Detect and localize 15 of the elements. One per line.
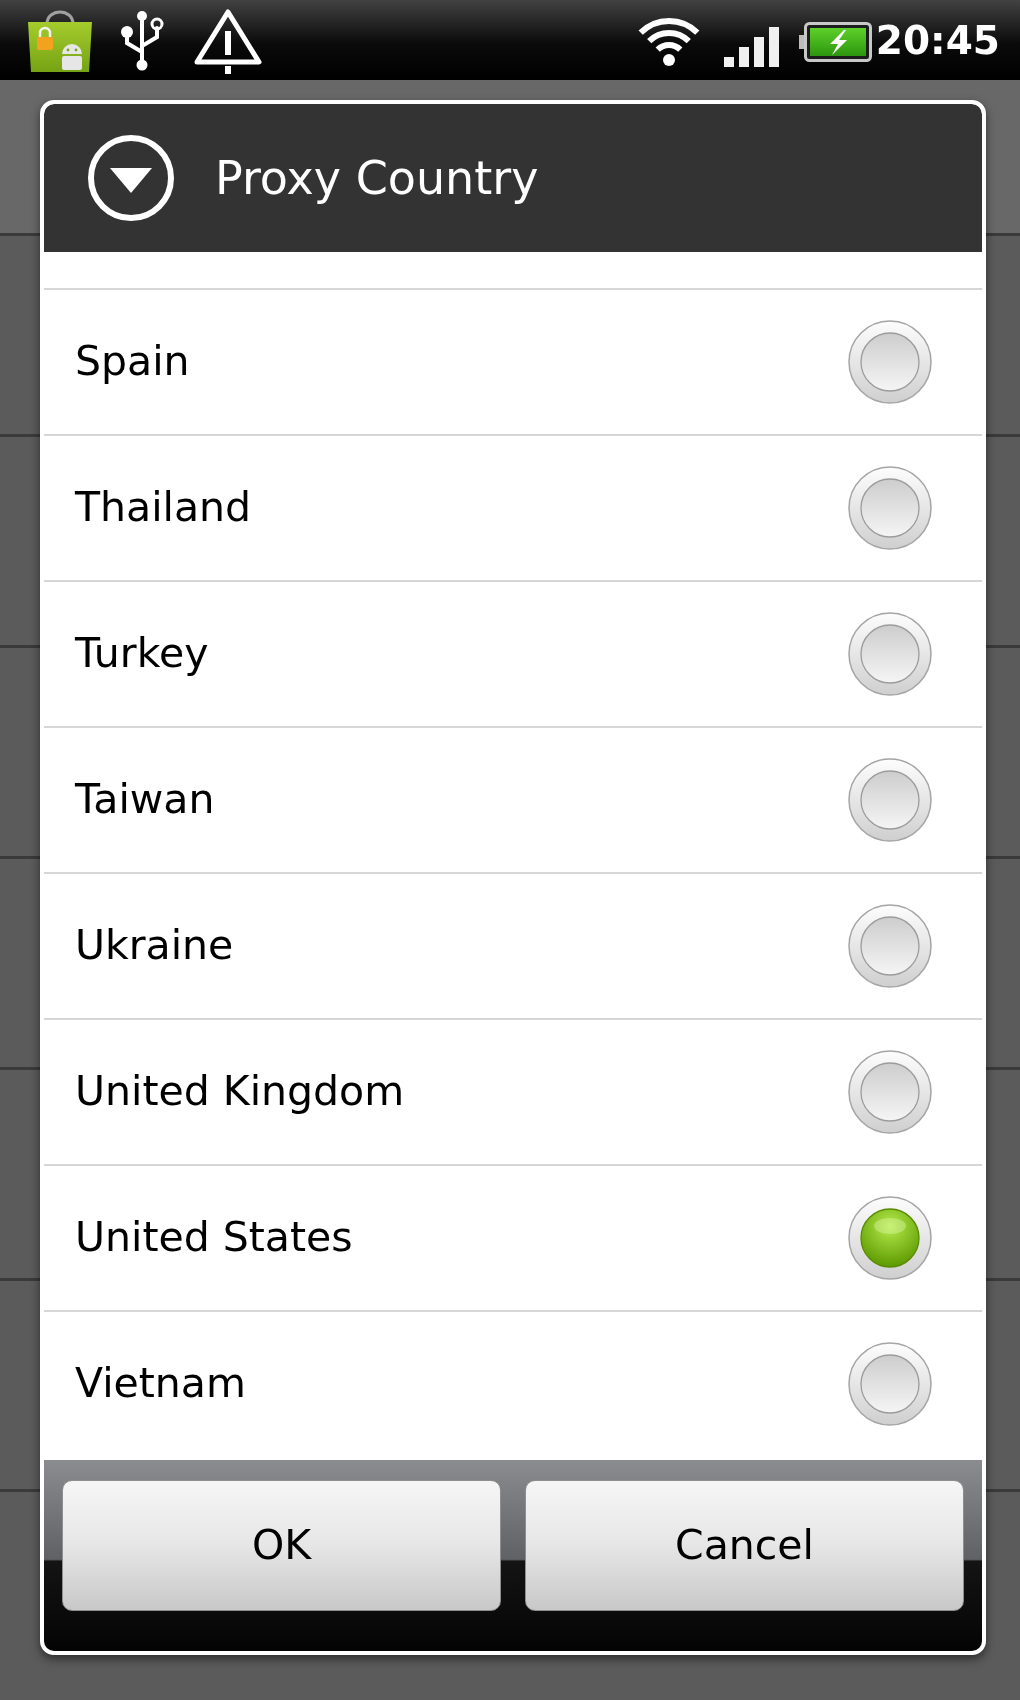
status-time: 20:45 — [875, 20, 1000, 60]
radio-icon[interactable] — [848, 1196, 932, 1280]
down-triangle-circle-icon — [87, 134, 175, 222]
radio-icon[interactable] — [848, 1342, 932, 1426]
radio-icon[interactable] — [848, 612, 932, 696]
ok-button[interactable]: OK — [62, 1480, 501, 1611]
cancel-button[interactable]: Cancel — [525, 1480, 964, 1611]
radio-icon[interactable] — [848, 466, 932, 550]
radio-icon[interactable] — [848, 758, 932, 842]
radio-icon[interactable] — [848, 904, 932, 988]
radio-icon[interactable] — [848, 320, 932, 404]
radio-icon[interactable] — [848, 1050, 932, 1134]
signal-bars-icon — [723, 27, 781, 67]
warning-icon — [193, 6, 263, 74]
battery-charging-icon — [798, 22, 872, 62]
